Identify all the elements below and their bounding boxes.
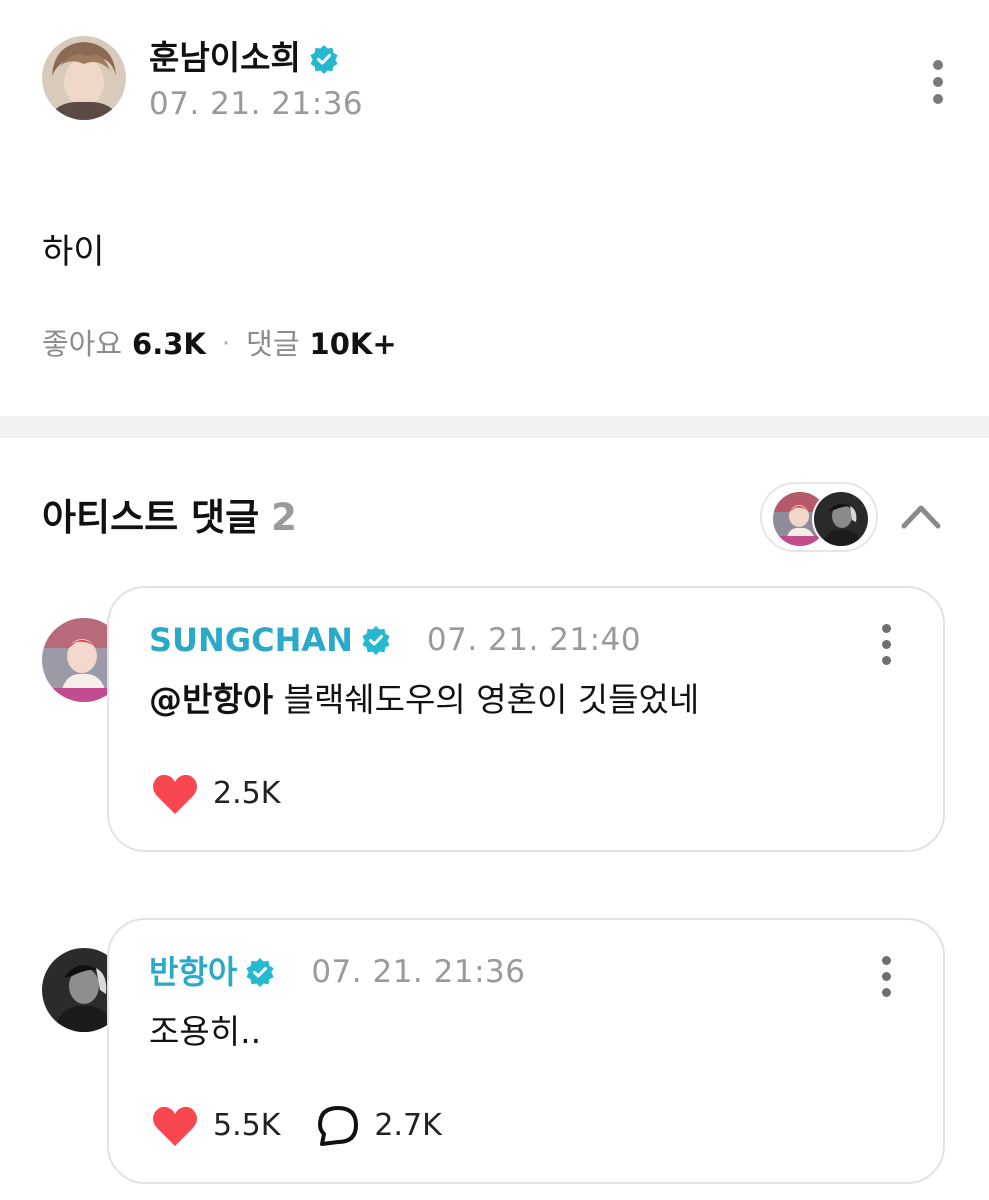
more-vertical-icon[interactable] bbox=[933, 60, 943, 104]
more-dot bbox=[882, 640, 891, 649]
comment-actions: 2.5K bbox=[151, 772, 280, 816]
verified-badge-icon bbox=[361, 625, 391, 655]
more-dot bbox=[882, 656, 891, 665]
comment-author[interactable]: 반항아 bbox=[149, 950, 237, 994]
verified-badge-icon bbox=[309, 43, 339, 74]
likes-count[interactable]: 6.3K bbox=[132, 322, 206, 366]
comment-card[interactable]: SUNGCHAN 07. 21. 21:40 @반항아 블랙쉐도우의 영혼이 깃… bbox=[107, 586, 945, 852]
reply-count: 2.7K bbox=[374, 1108, 442, 1143]
post-timestamp: 07. 21. 21:36 bbox=[149, 86, 364, 122]
author-name-row: 훈남이소희 bbox=[149, 38, 339, 78]
more-dot bbox=[882, 988, 891, 997]
artist-avatar-stack[interactable] bbox=[760, 482, 878, 552]
artist-comments-title: 아티스트 댓글 2 bbox=[42, 494, 297, 542]
speech-bubble-icon[interactable] bbox=[316, 1104, 360, 1148]
more-dot bbox=[933, 60, 943, 70]
comment-author[interactable]: SUNGCHAN bbox=[149, 618, 353, 662]
comment-body: 블랙쉐도우의 영혼이 깃들었네 bbox=[273, 680, 700, 719]
more-vertical-icon[interactable] bbox=[882, 956, 891, 997]
post-header: 훈남이소희 07. 21. 21:36 bbox=[42, 36, 947, 122]
comment-text: 조용히.. bbox=[149, 1012, 262, 1051]
stats-separator: · bbox=[221, 329, 231, 359]
more-vertical-icon[interactable] bbox=[882, 624, 891, 665]
likes-label[interactable]: 좋아요 bbox=[42, 322, 122, 366]
stack-avatar-banhanga bbox=[812, 490, 870, 548]
more-dot bbox=[933, 94, 943, 104]
comment-actions: 5.5K 2.7K bbox=[151, 1104, 442, 1148]
comment-header: SUNGCHAN 07. 21. 21:40 bbox=[149, 618, 641, 662]
comment-card[interactable]: 반항아 07. 21. 21:36 조용히.. 5.5K 2.7K bbox=[107, 918, 945, 1184]
heart-icon[interactable] bbox=[151, 772, 199, 816]
post-detail-page: 훈남이소희 07. 21. 21:36 하이 좋아요 6.3K · 댓글 10K… bbox=[0, 0, 989, 1200]
like-count: 2.5K bbox=[213, 776, 281, 811]
comment-mention[interactable]: @반항아 bbox=[149, 680, 273, 719]
more-dot bbox=[933, 77, 943, 87]
post-stats: 좋아요 6.3K · 댓글 10K+ bbox=[42, 322, 397, 366]
author-name[interactable]: 훈남이소희 bbox=[149, 38, 301, 78]
comment-timestamp: 07. 21. 21:36 bbox=[311, 954, 526, 990]
more-dot bbox=[882, 624, 891, 633]
post-body-text: 하이 bbox=[42, 232, 105, 272]
more-dot bbox=[882, 972, 891, 981]
comments-count[interactable]: 10K+ bbox=[310, 322, 397, 366]
author-avatar[interactable] bbox=[42, 36, 126, 120]
artist-comments-count: 2 bbox=[271, 496, 297, 539]
artist-comments-label: 아티스트 댓글 bbox=[42, 496, 260, 539]
heart-icon[interactable] bbox=[151, 1104, 199, 1148]
section-divider bbox=[0, 416, 989, 438]
verified-badge-icon bbox=[245, 957, 275, 987]
comments-label[interactable]: 댓글 bbox=[246, 322, 299, 366]
like-count: 5.5K bbox=[213, 1108, 281, 1143]
chevron-up-icon[interactable] bbox=[896, 496, 946, 536]
more-dot bbox=[882, 956, 891, 965]
comment-timestamp: 07. 21. 21:40 bbox=[426, 622, 642, 658]
comment-header: 반항아 07. 21. 21:36 bbox=[149, 950, 525, 994]
comment-text: @반항아 블랙쉐도우의 영혼이 깃들었네 bbox=[149, 678, 699, 722]
